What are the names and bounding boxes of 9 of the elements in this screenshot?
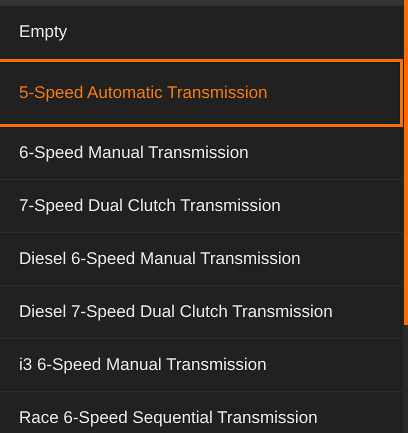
dropdown-option[interactable]: Diesel 7-Speed Dual Clutch Transmission: [0, 286, 403, 339]
dropdown-option[interactable]: 5-Speed Automatic Transmission: [0, 59, 403, 127]
dropdown-option[interactable]: 7-Speed Dual Clutch Transmission: [0, 180, 403, 233]
scrollbar[interactable]: [404, 0, 408, 325]
dropdown-option[interactable]: Race 6-Speed Sequential Transmission: [0, 392, 403, 433]
dropdown-option[interactable]: i3 6-Speed Manual Transmission: [0, 339, 403, 392]
dropdown-option[interactable]: Diesel 6-Speed Manual Transmission: [0, 233, 403, 286]
dropdown-option[interactable]: 6-Speed Manual Transmission: [0, 127, 403, 180]
dropdown-option[interactable]: Empty: [0, 6, 403, 59]
